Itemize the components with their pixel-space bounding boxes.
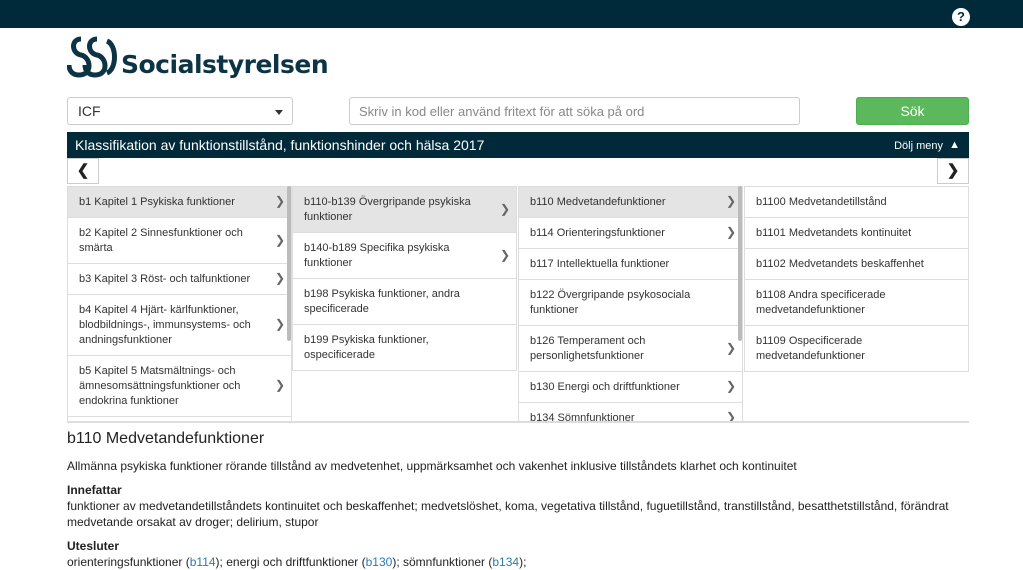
caret-down-icon <box>275 110 283 115</box>
chevron-right-icon: ❯ <box>499 247 510 262</box>
list-item-label: b117 Intellektuella funktioner <box>530 258 670 270</box>
search-input[interactable] <box>349 97 800 125</box>
list-item[interactable]: b3 Kapitel 3 Röst- och talfunktioner ❯ <box>67 264 292 295</box>
chevron-right-icon: ❯ <box>274 271 285 285</box>
list-item-label: b110 Medvetandefunktioner <box>530 196 666 208</box>
divider <box>67 421 969 423</box>
detail-description: Allmänna psykiska funktioner rörande til… <box>67 459 797 473</box>
list-item-label: b4 Kapitel 4 Hjärt- kärlfunktioner, blod… <box>79 304 251 346</box>
list-item[interactable]: b1101 Medvetandets kontinuitet <box>744 218 969 249</box>
excludes-item-text: energi och driftfunktioner ( <box>226 555 366 569</box>
detail-title: b110 Medvetandefunktioner <box>67 430 265 447</box>
list-item[interactable]: b1 Kapitel 1 Psykiska funktioner ❯ <box>67 186 292 218</box>
list-item-label: b1 Kapitel 1 Psykiska funktioner <box>79 196 235 208</box>
chevron-right-icon: ❯ <box>946 162 960 179</box>
chevron-right-icon: ❯ <box>274 232 285 247</box>
list-item[interactable]: b130 Energi och driftfunktioner ❯ <box>518 372 743 403</box>
excludes-heading: Utesluter <box>67 539 120 553</box>
column-categories-scrollbar[interactable] <box>738 186 742 341</box>
excludes-item-link[interactable]: b130 <box>366 555 393 569</box>
detail-panel: b110 Medvetandefunktioner Allmänna psyki… <box>67 430 969 570</box>
list-item[interactable]: b2 Kapitel 2 Sinnesfunktioner och smärta… <box>67 218 292 264</box>
list-item[interactable]: b114 Orienteringsfunktioner ❯ <box>518 218 743 249</box>
list-item-label: b5 Kapitel 5 Matsmältnings- och ämnesoms… <box>79 365 241 407</box>
chevron-right-icon: ❯ <box>725 410 736 421</box>
list-item[interactable]: b117 Intellektuella funktioner <box>518 249 743 280</box>
chevron-left-icon: ❮ <box>76 162 90 179</box>
list-item-label: b122 Övergripande psykosociala funktione… <box>530 289 691 316</box>
column-subcategories: b1100 Medvetandetillstånd b1101 Medvetand… <box>744 186 969 421</box>
excludes-item-link[interactable]: b134 <box>492 555 519 569</box>
classification-select-value: ICF <box>78 103 101 119</box>
list-item-label: b140-b189 Specifika psykiska funktioner <box>304 242 450 269</box>
list-item-label: b3 Kapitel 3 Röst- och talfunktioner <box>79 273 251 285</box>
list-item-label: b1108 Andra specificerade medvetandefunk… <box>756 289 886 316</box>
list-item[interactable]: b199 Psykiska funktioner, ospecificerade <box>292 325 517 371</box>
list-item[interactable]: b122 Övergripande psykosociala funktione… <box>518 280 743 326</box>
hide-menu-toggle[interactable]: Dölj meny <box>894 140 943 152</box>
list-item[interactable]: b140-b189 Specifika psykiska funktioner ❯ <box>292 233 517 279</box>
list-item[interactable]: b1102 Medvetandets beskaffenhet <box>744 249 969 280</box>
chevron-right-icon: ❯ <box>274 317 285 331</box>
chevron-right-icon: ❯ <box>725 340 736 355</box>
list-item-label: b1109 Ospecificerade medvetandefunktione… <box>756 335 865 362</box>
search-button[interactable]: Sök <box>856 97 969 125</box>
nav-left-button[interactable]: ❮ <box>67 158 99 184</box>
list-item[interactable]: b126 Temperament och personlighetsfunkti… <box>518 326 743 372</box>
list-item-label: b2 Kapitel 2 Sinnesfunktioner och smärta <box>79 227 243 254</box>
list-item[interactable]: b1100 Medvetandetillstånd <box>744 186 969 218</box>
logo[interactable]: Socialstyrelsen <box>67 35 329 79</box>
chevron-right-icon: ❯ <box>725 379 736 393</box>
list-item[interactable]: b110-b139 Övergripande psykiska funktion… <box>292 186 517 233</box>
list-item-label: b126 Temperament och personlighetsfunkti… <box>530 335 646 362</box>
classification-title-bar: Klassifikation av funktionstillstånd, fu… <box>67 132 969 158</box>
excludes-item-suffix: ); <box>215 555 227 569</box>
chevron-up-icon[interactable]: ▲ <box>949 139 960 151</box>
excludes-text: orienteringsfunktioner (b114); energi oc… <box>67 554 969 570</box>
chevron-right-icon: ❯ <box>725 194 736 208</box>
chevron-right-icon: ❯ <box>274 378 285 392</box>
chevron-right-icon: ❯ <box>725 225 736 239</box>
list-item[interactable]: b198 Psykiska funktioner, andra specific… <box>292 279 517 325</box>
list-item-label: b114 Orienteringsfunktioner <box>530 227 665 239</box>
list-item-label: b1101 Medvetandets kontinuitet <box>756 227 912 239</box>
column-navigation: ❮ ❯ <box>67 158 969 186</box>
column-chapters-scrollbar[interactable] <box>287 186 291 341</box>
list-item[interactable]: b134 Sömnfunktioner ❯ <box>518 403 743 421</box>
logo-text: Socialstyrelsen <box>121 50 329 79</box>
list-item[interactable]: b4 Kapitel 4 Hjärt- kärlfunktioner, blod… <box>67 295 292 356</box>
list-item-label: b130 Energi och driftfunktioner <box>530 381 680 393</box>
chevron-right-icon: ❯ <box>499 201 510 216</box>
logo-mark-icon <box>67 36 117 78</box>
top-bar: ? <box>0 0 1023 28</box>
help-icon[interactable]: ? <box>952 8 970 26</box>
includes-heading: Innefattar <box>67 483 122 497</box>
list-item-label: b1102 Medvetandets beskaffenhet <box>756 258 924 270</box>
nav-right-button[interactable]: ❯ <box>937 158 969 184</box>
list-item[interactable]: b1109 Ospecificerade medvetandefunktione… <box>744 326 969 372</box>
chevron-right-icon: ❯ <box>274 194 285 208</box>
list-item-label: b199 Psykiska funktioner, ospecificerade <box>304 334 429 361</box>
column-categories: b110 Medvetandefunktioner ❯ b114 Orienteri… <box>518 186 743 421</box>
excludes-item-suffix: ); <box>519 555 527 569</box>
classification-select[interactable]: ICF <box>67 97 293 125</box>
list-item-label: b1100 Medvetandetillstånd <box>756 196 887 208</box>
includes-text: funktioner av medvetandetillståndets kon… <box>67 499 949 529</box>
list-item-label: b110-b139 Övergripande psykiska funktion… <box>304 196 471 223</box>
list-item[interactable]: b5 Kapitel 5 Matsmältnings- och ämnesoms… <box>67 356 292 417</box>
excludes-item-suffix: ); <box>392 555 403 569</box>
column-blocks: b110-b139 Övergripande psykiska funktion… <box>292 186 517 421</box>
list-item-label: b134 Sömnfunktioner <box>530 412 635 421</box>
excludes-item-text: sömnfunktioner ( <box>403 555 493 569</box>
list-item[interactable]: b110 Medvetandefunktioner ❯ <box>518 186 743 218</box>
list-item-label: b198 Psykiska funktioner, andra specific… <box>304 288 460 315</box>
excludes-item-link[interactable]: b114 <box>190 555 216 569</box>
list-item[interactable]: b1108 Andra specificerade medvetandefunk… <box>744 280 969 326</box>
column-chapters: b1 Kapitel 1 Psykiska funktioner ❯ b2 Kapi… <box>67 186 292 421</box>
classification-title: Klassifikation av funktionstillstånd, fu… <box>75 137 485 153</box>
excludes-item-text: orienteringsfunktioner ( <box>67 555 190 569</box>
